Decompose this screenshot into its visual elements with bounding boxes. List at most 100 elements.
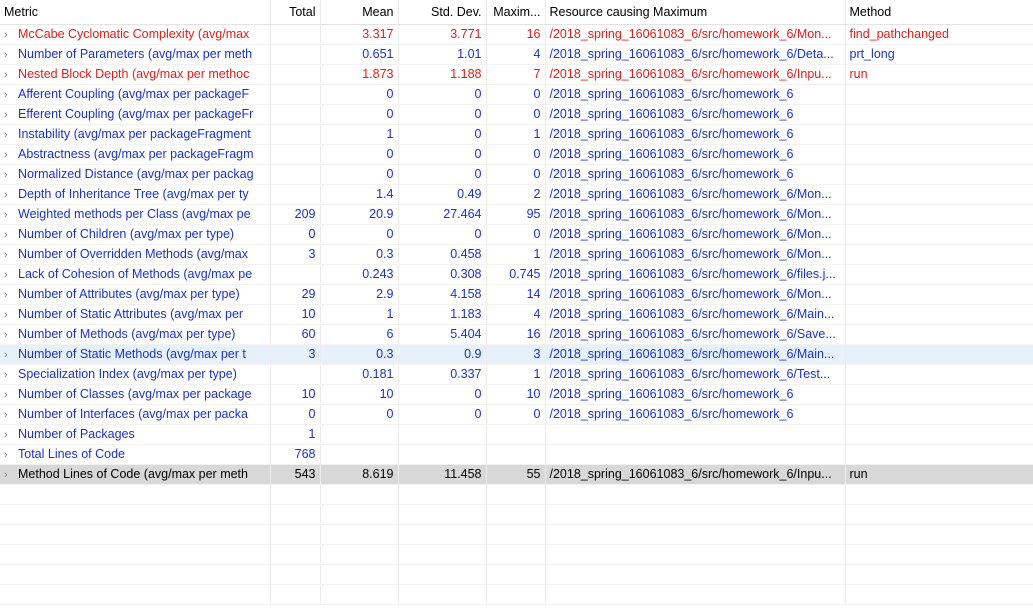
- std-dev-cell: [398, 444, 487, 465]
- mean-cell: 0.3: [320, 244, 399, 265]
- table-row[interactable]: › Number of Attributes (avg/max per type)…: [0, 284, 1033, 305]
- chevron-right-icon[interactable]: ›: [4, 469, 18, 481]
- table-row[interactable]: › Number of Static Attributes (avg/max pe…: [0, 304, 1033, 325]
- std-dev-cell: 4.158: [398, 284, 487, 305]
- chevron-right-icon[interactable]: ›: [4, 209, 18, 221]
- chevron-right-icon[interactable]: ›: [4, 149, 18, 161]
- empty-cell: [320, 504, 399, 525]
- table-row[interactable]: › Number of Methods (avg/max per type) 60 6…: [0, 324, 1033, 345]
- column-header-method[interactable]: Method: [845, 0, 1033, 25]
- metric-label: Weighted methods per Class (avg/max pe: [18, 207, 251, 221]
- chevron-right-icon[interactable]: ›: [4, 309, 18, 321]
- chevron-right-icon[interactable]: ›: [4, 109, 18, 121]
- maximum-cell: 7: [486, 64, 546, 85]
- total-cell: [270, 184, 321, 205]
- empty-cell: [398, 504, 487, 525]
- table-row[interactable]: › Abstractness (avg/max per packageFragm 0…: [0, 144, 1033, 165]
- table-row[interactable]: › Number of Classes (avg/max per package 1…: [0, 384, 1033, 405]
- total-cell: 29: [270, 284, 321, 305]
- chevron-right-icon[interactable]: ›: [4, 289, 18, 301]
- chevron-right-icon[interactable]: ›: [4, 29, 18, 41]
- resource-cell: /2018_spring_16061083_6/src/homework_6/S…: [545, 324, 846, 345]
- chevron-right-icon[interactable]: ›: [4, 269, 18, 281]
- maximum-cell: 2: [486, 184, 546, 205]
- empty-cell: [845, 484, 1033, 505]
- chevron-right-icon[interactable]: ›: [4, 49, 18, 61]
- total-cell: [270, 164, 321, 185]
- table-row[interactable]: › Normalized Distance (avg/max per packag…: [0, 164, 1033, 185]
- maximum-cell: 1: [486, 364, 546, 385]
- table-row[interactable]: › Number of Children (avg/max per type) 0 0…: [0, 224, 1033, 245]
- table-row[interactable]: › Weighted methods per Class (avg/max pe 2…: [0, 204, 1033, 225]
- chevron-right-icon[interactable]: ›: [4, 229, 18, 241]
- chevron-right-icon[interactable]: ›: [4, 329, 18, 341]
- empty-row: [0, 544, 1033, 565]
- resource-cell: /2018_spring_16061083_6/src/homework_6: [545, 84, 846, 105]
- empty-cell: [270, 544, 321, 565]
- total-cell: [270, 44, 321, 65]
- table-row[interactable]: › Number of Interfaces (avg/max per packa…: [0, 404, 1033, 425]
- chevron-right-icon[interactable]: ›: [4, 449, 18, 461]
- chevron-right-icon[interactable]: ›: [4, 349, 18, 361]
- table-row[interactable]: › Number of Packages 1: [0, 424, 1033, 445]
- chevron-right-icon[interactable]: ›: [4, 389, 18, 401]
- chevron-right-icon[interactable]: ›: [4, 169, 18, 181]
- std-dev-cell: 0: [398, 224, 487, 245]
- metric-label: Number of Classes (avg/max per package: [18, 387, 252, 401]
- chevron-right-icon[interactable]: ›: [4, 69, 18, 81]
- column-header-std-dev[interactable]: Std. Dev.: [398, 0, 487, 25]
- empty-cell: [320, 564, 399, 585]
- table-row[interactable]: › McCabe Cyclomatic Complexity (avg/max 3.…: [0, 24, 1033, 45]
- resource-cell: /2018_spring_16061083_6/src/homework_6: [545, 164, 846, 185]
- table-row[interactable]: › Number of Static Methods (avg/max per t…: [0, 344, 1033, 365]
- maximum-cell: 3: [486, 344, 546, 365]
- metric-label: Number of Static Methods (avg/max per t: [18, 347, 246, 361]
- table-row[interactable]: › Method Lines of Code (avg/max per meth 5…: [0, 464, 1033, 485]
- metric-label: Specialization Index (avg/max per type): [18, 367, 237, 381]
- chevron-right-icon[interactable]: ›: [4, 89, 18, 101]
- std-dev-cell: 0: [398, 144, 487, 165]
- metric-label: Number of Attributes (avg/max per type): [18, 287, 240, 301]
- empty-cell: [320, 584, 399, 605]
- empty-cell: [545, 484, 846, 505]
- std-dev-cell: 0: [398, 124, 487, 145]
- resource-cell: /2018_spring_16061083_6/src/homework_6: [545, 384, 846, 405]
- empty-row: [0, 584, 1033, 605]
- chevron-right-icon[interactable]: ›: [4, 189, 18, 201]
- column-header-metric[interactable]: Metric: [0, 0, 271, 25]
- table-row[interactable]: › Specialization Index (avg/max per type)…: [0, 364, 1033, 385]
- table-row[interactable]: › Depth of Inheritance Tree (avg/max per …: [0, 184, 1033, 205]
- empty-cell: [486, 484, 546, 505]
- empty-cell: [270, 564, 321, 585]
- mean-cell: 8.619: [320, 464, 399, 485]
- chevron-right-icon[interactable]: ›: [4, 129, 18, 141]
- mean-cell: 0: [320, 164, 399, 185]
- column-header-resource[interactable]: Resource causing Maximum: [545, 0, 846, 25]
- table-row[interactable]: › Afferent Coupling (avg/max per packageF…: [0, 84, 1033, 105]
- method-cell: run: [845, 464, 1033, 485]
- column-header-maximum[interactable]: Maxim...: [486, 0, 546, 25]
- table-row[interactable]: › Lack of Cohesion of Methods (avg/max pe…: [0, 264, 1033, 285]
- maximum-cell: 0: [486, 164, 546, 185]
- table-row[interactable]: › Instability (avg/max per packageFragmen…: [0, 124, 1033, 145]
- column-header-mean[interactable]: Mean: [320, 0, 399, 25]
- method-cell: run: [845, 64, 1033, 85]
- chevron-right-icon[interactable]: ›: [4, 409, 18, 421]
- chevron-right-icon[interactable]: ›: [4, 369, 18, 381]
- method-cell: [845, 144, 1033, 165]
- table-row[interactable]: › Efferent Coupling (avg/max per packageF…: [0, 104, 1033, 125]
- resource-cell: /2018_spring_16061083_6/src/homework_6/M…: [545, 344, 846, 365]
- mean-cell: 10: [320, 384, 399, 405]
- chevron-right-icon[interactable]: ›: [4, 249, 18, 261]
- empty-cell: [398, 564, 487, 585]
- chevron-right-icon[interactable]: ›: [4, 429, 18, 441]
- std-dev-cell: 0: [398, 164, 487, 185]
- empty-cell: [0, 584, 271, 605]
- table-row[interactable]: › Number of Parameters (avg/max per meth 0…: [0, 44, 1033, 65]
- mean-cell: 0: [320, 404, 399, 425]
- table-row[interactable]: › Number of Overridden Methods (avg/max 3 0…: [0, 244, 1033, 265]
- table-row[interactable]: › Nested Block Depth (avg/max per methoc 1…: [0, 64, 1033, 85]
- metric-cell: › Depth of Inheritance Tree (avg/max per …: [0, 184, 271, 205]
- table-row[interactable]: › Total Lines of Code 768: [0, 444, 1033, 465]
- column-header-total[interactable]: Total: [270, 0, 321, 25]
